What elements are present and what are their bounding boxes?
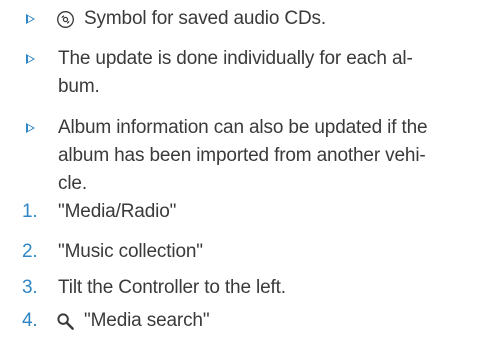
step-number: 4. xyxy=(22,310,38,331)
bullet-text-line-2: bum. xyxy=(58,76,100,97)
search-icon xyxy=(57,313,74,330)
audio-cd-icon xyxy=(57,11,74,28)
step-text: "Media search" xyxy=(84,310,210,331)
triangle-bullet-icon xyxy=(26,54,35,64)
step-number: 2. xyxy=(22,241,38,262)
triangle-bullet-icon xyxy=(26,123,35,133)
step-number: 3. xyxy=(22,277,38,298)
bullet-text-line-1: The update is done individually for each… xyxy=(58,48,413,69)
bullet-item-album-info-cont-2: cle. xyxy=(0,169,484,199)
bullet-text: Symbol for saved audio CDs. xyxy=(84,8,327,29)
bullet-text-line-2: album has been imported from another veh… xyxy=(58,145,426,166)
bullet-text-line-1: Album information can also be updated if… xyxy=(58,117,428,138)
manual-page: Symbol for saved audio CDs. The update i… xyxy=(0,0,484,342)
bullet-item-album-info-cont-1: album has been imported from another veh… xyxy=(0,141,484,171)
step-number: 1. xyxy=(22,201,38,222)
step-text: "Music collection" xyxy=(58,241,203,262)
step-text: Tilt the Controller to the left. xyxy=(58,277,286,298)
step-text: "Media/Radio" xyxy=(58,201,177,222)
bullet-item-album-info: Album information can also be updated if… xyxy=(0,113,484,143)
step-item-media-radio: 1. "Media/Radio" xyxy=(0,197,484,227)
bullet-text-line-3: cle. xyxy=(58,173,87,194)
bullet-item-update-individually: The update is done individually for each… xyxy=(0,44,484,74)
step-item-tilt-controller: 3. Tilt the Controller to the left. xyxy=(0,273,484,303)
step-item-music-collection: 2. "Music collection" xyxy=(0,237,484,267)
bullet-item-audio-cd-symbol: Symbol for saved audio CDs. xyxy=(0,4,484,34)
step-item-media-search: 4. "Media search" xyxy=(0,306,484,336)
triangle-bullet-icon xyxy=(26,14,35,24)
bullet-item-update-individually-cont: bum. xyxy=(0,72,484,102)
